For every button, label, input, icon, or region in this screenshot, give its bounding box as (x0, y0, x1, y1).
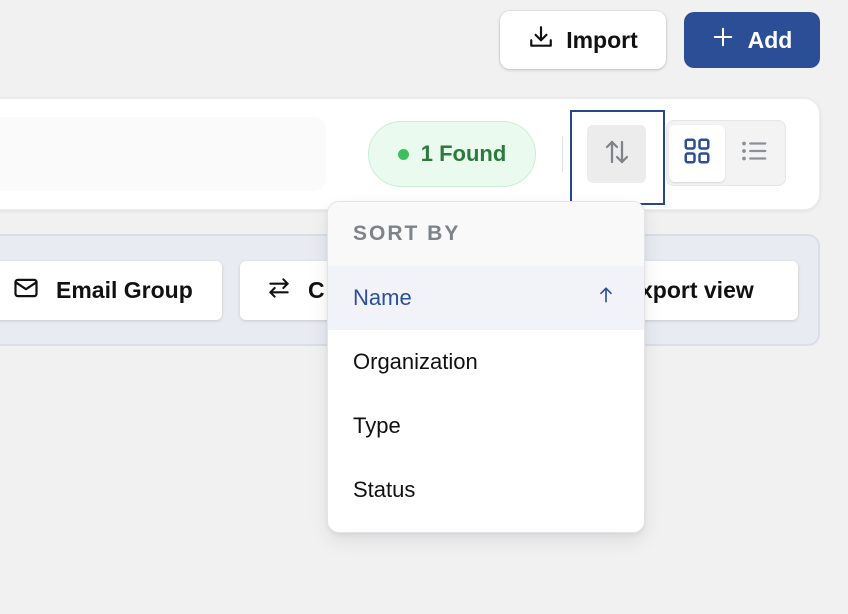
mail-icon (12, 274, 40, 308)
results-count-badge: 1 Found (368, 121, 536, 187)
arrow-up-icon (596, 285, 616, 311)
sort-button-focus-ring (570, 110, 665, 205)
sort-option-status[interactable]: Status (328, 458, 644, 522)
grid-view-icon (682, 136, 712, 171)
add-button[interactable]: Add (684, 12, 820, 68)
export-view-label: xport view (640, 277, 754, 303)
sort-dropdown-title: SORT BY (328, 202, 644, 266)
sort-option-label: Name (353, 285, 412, 310)
add-label: Add (747, 26, 793, 53)
import-button[interactable]: Import (500, 11, 666, 69)
sort-option-label: Organization (353, 349, 478, 374)
sort-option-name[interactable]: Name (328, 266, 644, 330)
grid-view-button[interactable] (669, 125, 725, 182)
email-group-button[interactable]: Email Group (0, 261, 222, 320)
sort-option-organization[interactable]: Organization (328, 330, 644, 394)
email-group-label: Email Group (56, 277, 193, 303)
list-view-button[interactable] (727, 125, 781, 182)
sort-option-label: Status (353, 477, 416, 502)
sort-option-label: Type (353, 413, 401, 438)
found-label: 1 Found (420, 141, 507, 166)
sort-dropdown: SORT BY Name Organization Type Status (327, 201, 645, 533)
search-input[interactable] (0, 117, 326, 191)
import-label: Import (566, 26, 638, 53)
c-label: C (308, 277, 325, 303)
toolbar-divider (562, 136, 563, 172)
download-icon (528, 24, 554, 56)
list-view-icon (739, 136, 769, 171)
status-dot-icon (397, 148, 409, 160)
sort-option-type[interactable]: Type (328, 394, 644, 458)
plus-icon (712, 26, 734, 54)
swap-icon (266, 275, 292, 307)
